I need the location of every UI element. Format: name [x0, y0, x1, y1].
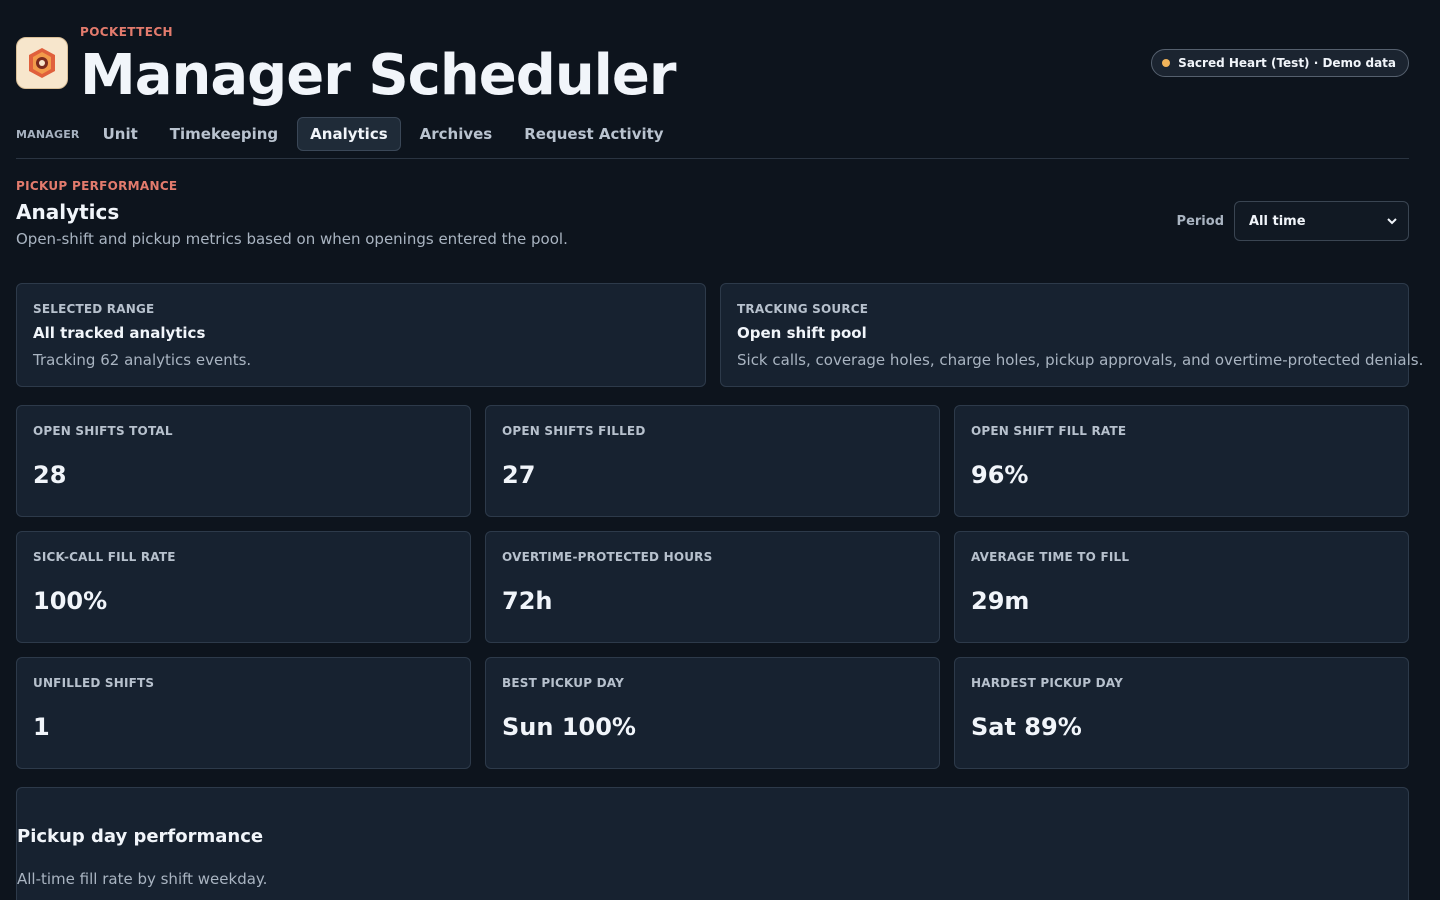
metric-value: 27	[502, 461, 536, 489]
app-logo	[16, 37, 68, 89]
card-description: Sick calls, coverage holes, charge holes…	[737, 351, 1424, 369]
metric-label: HARDEST PICKUP DAY	[971, 676, 1123, 690]
metric-label: OPEN SHIFT FILL RATE	[971, 424, 1127, 438]
metric-card-unfilled-shifts: UNFILLED SHIFTS 1	[16, 657, 471, 769]
metric-card-sick-call-fill-rate: SICK-CALL FILL RATE 100%	[16, 531, 471, 643]
environment-badge: Sacred Heart (Test) · Demo data	[1151, 49, 1409, 77]
metric-card-open-shifts-total: OPEN SHIFTS TOTAL 28	[16, 405, 471, 517]
period-filter: Period All time	[1177, 201, 1409, 241]
pickup-day-performance-panel: Pickup day performance All-time fill rat…	[16, 787, 1409, 900]
metric-value: 29m	[971, 587, 1030, 615]
metric-label: AVERAGE TIME TO FILL	[971, 550, 1130, 564]
metric-label: OVERTIME-PROTECTED HOURS	[502, 550, 713, 564]
card-title: Open shift pool	[737, 324, 867, 342]
page-description: Open-shift and pickup metrics based on w…	[16, 230, 568, 248]
metric-value: 1	[33, 713, 50, 741]
metric-card-hardest-pickup-day: HARDEST PICKUP DAY Sat 89%	[954, 657, 1409, 769]
tab-timekeeping[interactable]: Timekeeping	[157, 117, 291, 151]
tab-analytics[interactable]: Analytics	[297, 117, 401, 151]
metric-value: 28	[33, 461, 67, 489]
tracking-source-card: TRACKING SOURCE Open shift pool Sick cal…	[720, 283, 1423, 387]
selected-range-card: SELECTED RANGE All tracked analytics Tra…	[16, 283, 706, 387]
tab-unit[interactable]: Unit	[90, 117, 151, 151]
environment-badge-label: Sacred Heart (Test) · Demo data	[1178, 56, 1396, 70]
metric-value: Sun 100%	[502, 713, 636, 741]
metric-card-average-time-to-fill: AVERAGE TIME TO FILL 29m	[954, 531, 1409, 643]
nav-role-label: MANAGER	[16, 127, 80, 141]
period-select[interactable]: All time	[1234, 201, 1409, 241]
metric-card-open-shifts-filled: OPEN SHIFTS FILLED 27	[485, 405, 940, 517]
metric-card-open-shift-fill-rate: OPEN SHIFT FILL RATE 96%	[954, 405, 1409, 517]
period-label: Period	[1176, 213, 1224, 229]
metric-value: 100%	[33, 587, 108, 615]
page: POCKETTECH Manager Scheduler Sacred Hear…	[0, 0, 1440, 900]
metric-card-overtime-protected-hours: OVERTIME-PROTECTED HOURS 72h	[485, 531, 940, 643]
card-title: All tracked analytics	[33, 324, 206, 342]
tab-archives[interactable]: Archives	[407, 117, 506, 151]
metric-label: OPEN SHIFTS TOTAL	[33, 424, 173, 438]
metric-card-best-pickup-day: BEST PICKUP DAY Sun 100%	[485, 657, 940, 769]
nav-divider	[16, 158, 1409, 159]
page-title: Analytics	[16, 200, 120, 224]
section-eyebrow: PICKUP PERFORMANCE	[16, 179, 178, 193]
main-nav: MANAGER Unit Timekeeping Analytics Archi…	[16, 116, 683, 152]
metric-value: Sat 89%	[971, 713, 1082, 741]
chevron-down-icon	[1387, 218, 1397, 225]
panel-description: All-time fill rate by shift weekday.	[17, 870, 268, 888]
panel-title: Pickup day performance	[17, 826, 264, 847]
app-header: POCKETTECH Manager Scheduler Sacred Hear…	[16, 24, 1409, 114]
metric-label: BEST PICKUP DAY	[502, 676, 625, 690]
app-title: Manager Scheduler	[80, 43, 676, 108]
period-select-value: All time	[1249, 213, 1306, 229]
brand-name: POCKETTECH	[80, 25, 173, 39]
card-label: SELECTED RANGE	[33, 302, 155, 316]
logo-icon	[29, 48, 55, 78]
card-label: TRACKING SOURCE	[737, 302, 869, 316]
metric-label: UNFILLED SHIFTS	[33, 676, 155, 690]
status-dot-icon	[1162, 59, 1171, 67]
card-description: Tracking 62 analytics events.	[33, 351, 252, 369]
tab-request-activity[interactable]: Request Activity	[511, 117, 676, 151]
metric-value: 72h	[502, 587, 553, 615]
metric-label: SICK-CALL FILL RATE	[33, 550, 176, 564]
metric-label: OPEN SHIFTS FILLED	[502, 424, 646, 438]
metric-value: 96%	[971, 461, 1029, 489]
